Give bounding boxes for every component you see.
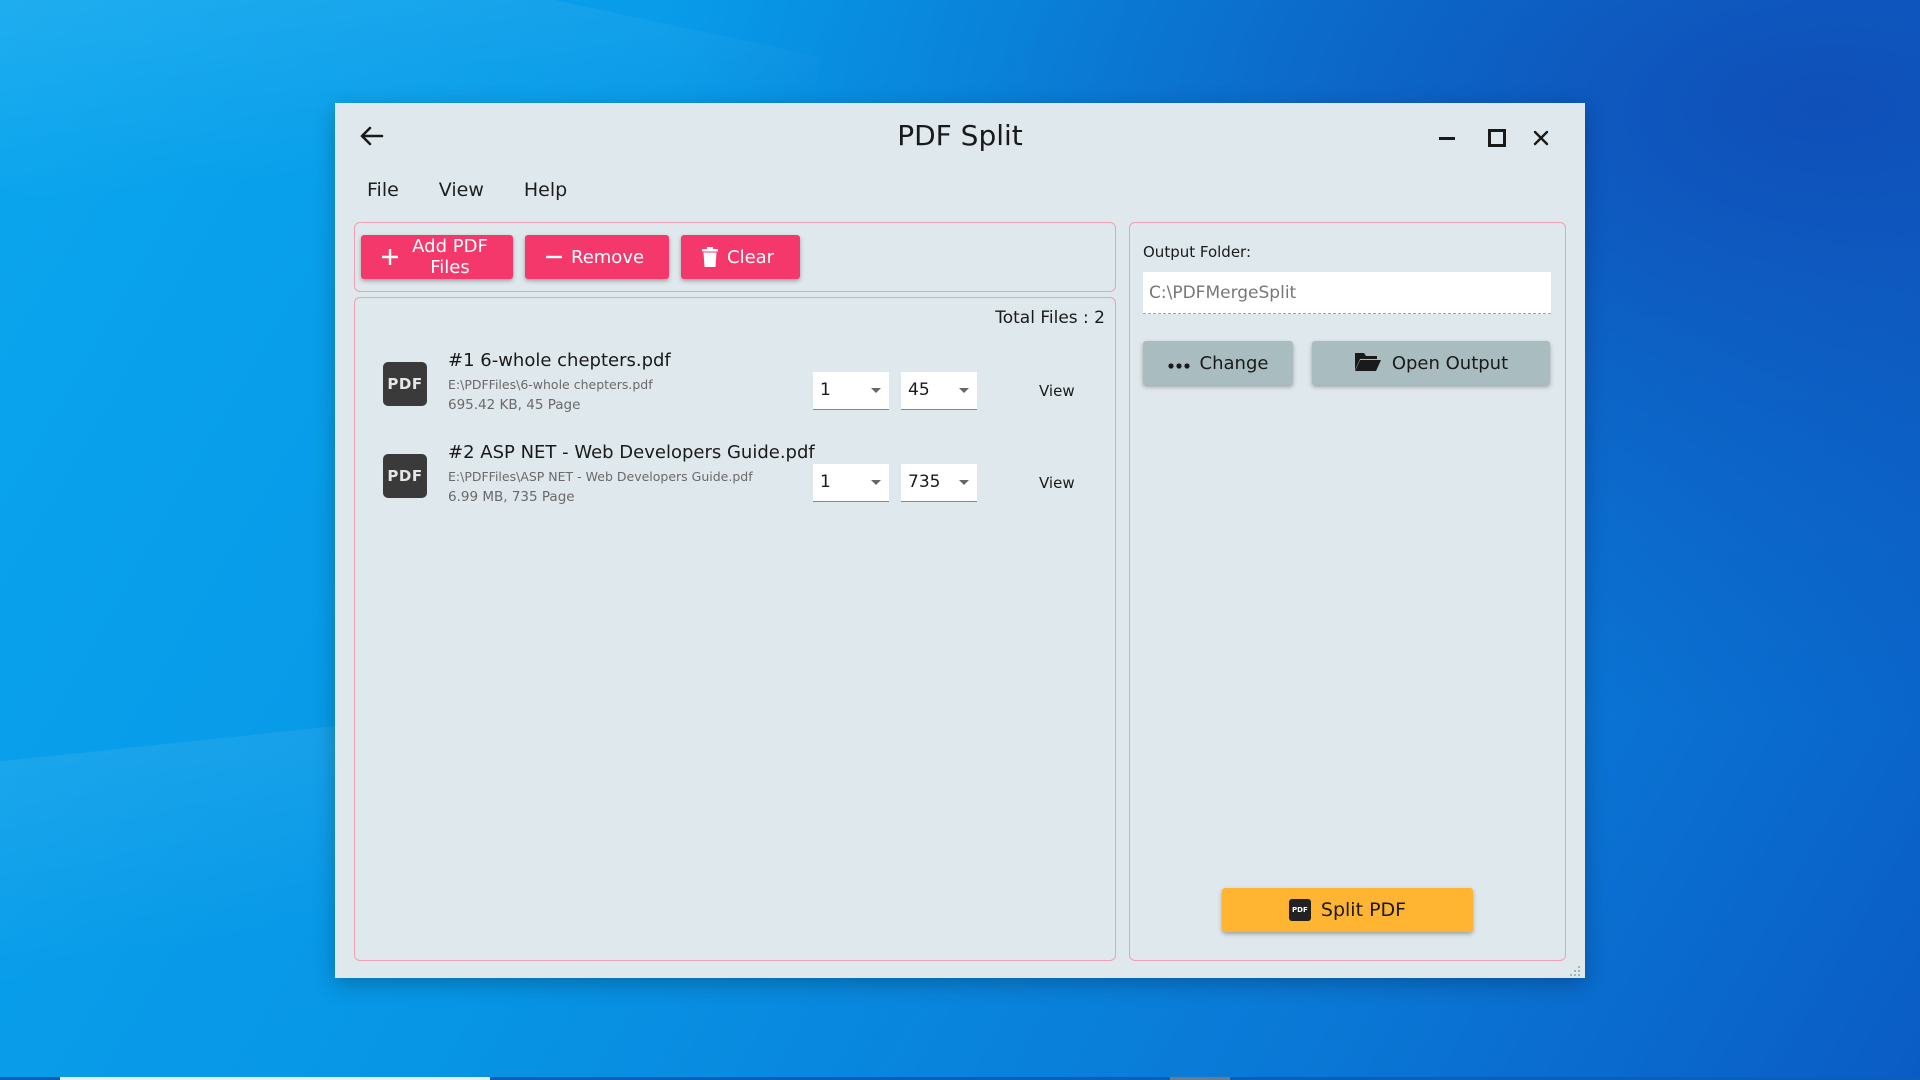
change-folder-button[interactable]: Change <box>1143 341 1293 385</box>
menu-file[interactable]: File <box>363 175 403 205</box>
total-files-count: Total Files : 2 <box>995 308 1105 328</box>
open-output-label: Open Output <box>1391 352 1509 374</box>
pdf-file-icon: PDF <box>383 362 427 406</box>
resize-grip-icon[interactable] <box>1569 962 1581 976</box>
output-folder-label: Output Folder: <box>1143 243 1252 261</box>
window-title: PDF Split <box>897 119 1023 152</box>
minus-icon <box>545 248 563 266</box>
minimize-icon[interactable] <box>1432 123 1462 153</box>
chevron-down-icon <box>871 480 881 485</box>
back-arrow-icon[interactable] <box>355 119 389 153</box>
file-name: #1 6-whole chepters.pdf <box>448 350 671 371</box>
chevron-down-icon <box>959 388 969 393</box>
from-page-value: 1 <box>820 472 831 492</box>
to-page-select[interactable]: 735 <box>901 464 977 502</box>
pdf-file-icon: PDF <box>383 454 427 498</box>
clear-button[interactable]: Clear <box>681 235 800 279</box>
to-page-value: 735 <box>908 472 941 492</box>
app-window: PDF Split File View Help Add PDF Files R… <box>335 103 1585 978</box>
from-page-select[interactable]: 1 <box>813 372 889 410</box>
trash-icon <box>701 247 719 267</box>
file-list-item[interactable]: PDF #1 6-whole chepters.pdf E:\PDFFiles\… <box>383 350 1083 420</box>
file-list-item[interactable]: PDF #2 ASP NET - Web Developers Guide.pd… <box>383 442 1083 512</box>
to-page-value: 45 <box>908 380 930 400</box>
view-file-button[interactable]: View <box>1039 474 1075 492</box>
file-size-pages: 6.99 MB, 735 Page <box>448 489 575 505</box>
plus-icon <box>381 248 399 266</box>
close-icon[interactable] <box>1526 123 1556 153</box>
file-list-panel: Total Files : 2 PDF #1 6-whole chepters.… <box>354 297 1116 961</box>
open-output-button[interactable]: Open Output <box>1312 341 1550 385</box>
title-bar: PDF Split <box>335 103 1585 167</box>
maximize-icon[interactable] <box>1482 123 1512 153</box>
add-pdf-files-label: Add PDF Files <box>412 236 488 278</box>
add-pdf-files-button[interactable]: Add PDF Files <box>361 235 513 279</box>
chevron-down-icon <box>871 388 881 393</box>
more-dots-icon <box>1167 353 1190 374</box>
pdf-icon: PDF <box>1288 899 1311 921</box>
file-size-pages: 695.42 KB, 45 Page <box>448 397 581 413</box>
file-name: #2 ASP NET - Web Developers Guide.pdf <box>448 442 815 463</box>
from-page-select[interactable]: 1 <box>813 464 889 502</box>
menu-view[interactable]: View <box>435 175 488 205</box>
change-label: Change <box>1199 352 1269 374</box>
file-toolbar: Add PDF Files Remove Clear <box>354 222 1116 292</box>
view-file-button[interactable]: View <box>1039 382 1075 400</box>
remove-label: Remove <box>571 246 645 268</box>
menu-help[interactable]: Help <box>520 175 571 205</box>
chevron-down-icon <box>959 480 969 485</box>
to-page-select[interactable]: 45 <box>901 372 977 410</box>
split-pdf-label: Split PDF <box>1320 899 1407 921</box>
output-folder-field[interactable] <box>1143 272 1551 314</box>
from-page-value: 1 <box>820 380 831 400</box>
split-pdf-button[interactable]: PDF Split PDF <box>1222 888 1473 932</box>
folder-open-icon <box>1354 350 1382 377</box>
clear-label: Clear <box>727 246 775 268</box>
menu-bar: File View Help <box>363 175 571 205</box>
file-path: E:\PDFFiles\6-whole chepters.pdf <box>448 377 653 392</box>
remove-button[interactable]: Remove <box>525 235 669 279</box>
output-panel: Output Folder: Change Open Output PDF Sp… <box>1129 222 1566 961</box>
file-path: E:\PDFFiles\ASP NET - Web Developers Gui… <box>448 469 753 484</box>
